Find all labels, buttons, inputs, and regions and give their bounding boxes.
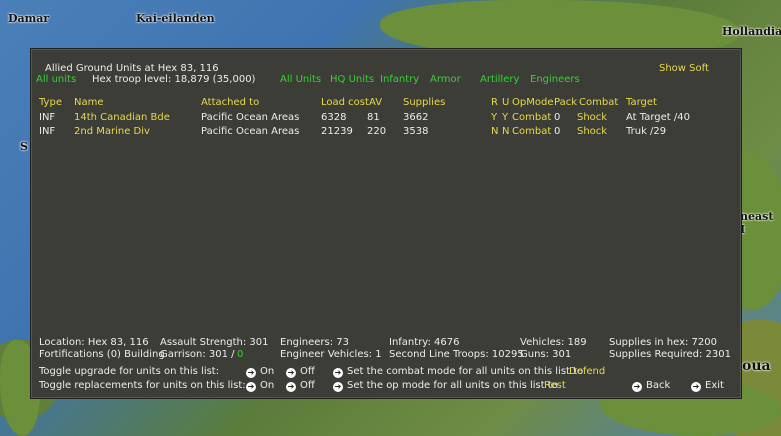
filter-all-units[interactable]: All Units — [280, 74, 321, 86]
column-header-av[interactable]: AV — [369, 97, 382, 109]
row-2-combat[interactable]: Shock — [577, 126, 607, 138]
filter-engineers[interactable]: Engineers — [530, 74, 580, 86]
row-2-supplies: 3538 — [403, 126, 429, 137]
row-1-opmode[interactable]: Combat — [512, 112, 551, 124]
all-units-left-link[interactable]: All units — [36, 74, 76, 86]
upgrade-off-label: Off — [300, 366, 315, 377]
upgrade-off-button[interactable]: ➔ Off — [286, 366, 315, 378]
engineers-label: Engineers: 73 — [280, 337, 350, 348]
map-label-hollandia: Hollandia — [722, 25, 781, 38]
replacements-off-button[interactable]: ➔ Off — [286, 380, 315, 392]
row-1-target: At Target /40 — [626, 112, 690, 123]
row-2-av: 220 — [367, 126, 387, 137]
map-label-oua: oua — [742, 358, 771, 374]
row-2-r[interactable]: N — [491, 126, 498, 138]
map-label-neast: neast I — [740, 210, 774, 236]
vehicles-label: Vehicles: 189 — [520, 337, 587, 348]
row-2-opmode[interactable]: Combat — [512, 126, 551, 138]
arrow-icon: ➔ — [691, 382, 701, 392]
row-1-type: INF — [39, 112, 56, 123]
column-header-supplies[interactable]: Supplies — [403, 97, 445, 109]
column-header-r[interactable]: R — [491, 97, 498, 109]
op-mode-value[interactable]: Rest — [544, 380, 566, 392]
column-header-combat[interactable]: Combat — [579, 97, 618, 109]
row-2-attached: Pacific Ocean Areas — [201, 126, 300, 137]
location-label: Location: Hex 83, 116 — [39, 337, 149, 348]
row-1-r[interactable]: Y — [491, 112, 497, 124]
arrow-icon: ➔ — [333, 368, 343, 378]
column-header-load-cost[interactable]: Load cost — [321, 97, 369, 109]
replacements-on-label: On — [260, 380, 275, 391]
infantry-label: Infantry: 4676 — [389, 337, 460, 348]
set-op-mode-label: Set the op mode for all units on this li… — [347, 380, 558, 391]
arrow-icon: ➔ — [286, 368, 296, 378]
arrow-icon: ➔ — [246, 382, 256, 392]
replacements-off-label: Off — [300, 380, 315, 391]
column-header-opmode[interactable]: OpMode — [512, 97, 553, 109]
map-label-kai-eilanden: Kai-eilanden — [136, 12, 215, 25]
arrow-icon: ➔ — [632, 382, 642, 392]
row-1-load-cost: 6328 — [321, 112, 347, 123]
back-button[interactable]: ➔ Back — [632, 380, 670, 392]
arrow-icon: ➔ — [333, 382, 343, 392]
set-op-mode-button[interactable]: ➔ Set the op mode for all units on this l… — [333, 380, 558, 392]
filter-artillery[interactable]: Artillery — [480, 74, 519, 86]
set-combat-mode-label: Set the combat mode for all units on thi… — [347, 366, 584, 377]
engineer-vehicles-label: Engineer Vehicles: 1 — [280, 349, 382, 360]
arrow-icon: ➔ — [286, 382, 296, 392]
row-2-type: INF — [39, 126, 56, 137]
row-2-pack: 0 — [554, 126, 561, 137]
row-1-combat[interactable]: Shock — [577, 112, 607, 124]
garrison-value: 0 — [237, 349, 244, 360]
row-1-name[interactable]: 14th Canadian Bde — [74, 112, 170, 124]
column-header-u[interactable]: U — [502, 97, 509, 109]
map-label-s: S — [20, 140, 28, 153]
exit-button[interactable]: ➔ Exit — [691, 380, 724, 392]
show-soft-button[interactable]: Show Soft — [659, 63, 709, 75]
combat-mode-value[interactable]: Defend — [569, 366, 605, 378]
row-1-pack: 0 — [554, 112, 561, 123]
row-2-name[interactable]: 2nd Marine Div — [74, 126, 150, 138]
column-header-name[interactable]: Name — [74, 97, 104, 109]
column-header-attached[interactable]: Attached to — [201, 97, 259, 109]
row-1-av: 81 — [367, 112, 380, 123]
exit-label: Exit — [705, 380, 724, 391]
hex-troop-level: Hex troop level: 18,879 (35,000) — [92, 74, 256, 85]
upgrade-on-button[interactable]: ➔ On — [246, 366, 274, 378]
filter-armor[interactable]: Armor — [430, 74, 461, 86]
arrow-icon: ➔ — [246, 368, 256, 378]
row-2-target: Truk /29 — [626, 126, 667, 137]
row-1-u[interactable]: Y — [502, 112, 508, 124]
row-1-supplies: 3662 — [403, 112, 429, 123]
row-2-load-cost: 21239 — [321, 126, 353, 137]
map-label-damar: Damar — [8, 12, 50, 25]
ground-units-dialog: Allied Ground Units at Hex 83, 116 All u… — [30, 48, 742, 399]
garrison-label: Garrison: 301 / — [160, 349, 235, 360]
back-label: Back — [646, 380, 671, 391]
row-2-u[interactable]: N — [502, 126, 509, 138]
toggle-replacements-label: Toggle replacements for units on this li… — [39, 380, 246, 391]
replacements-on-button[interactable]: ➔ On — [246, 380, 274, 392]
row-1-attached: Pacific Ocean Areas — [201, 112, 300, 123]
filter-infantry[interactable]: Infantry — [380, 74, 419, 86]
set-combat-mode-button[interactable]: ➔ Set the combat mode for all units on th… — [333, 366, 583, 378]
column-header-pack[interactable]: Pack — [554, 97, 577, 109]
toggle-upgrade-label: Toggle upgrade for units on this list: — [39, 366, 220, 377]
supplies-required-label: Supplies Required: 2301 — [609, 349, 731, 360]
second-line-troops-label: Second Line Troops: 10295 — [389, 349, 524, 360]
assault-strength-label: Assault Strength: 301 — [160, 337, 269, 348]
column-header-type[interactable]: Type — [39, 97, 62, 109]
filter-hq-units[interactable]: HQ Units — [330, 74, 374, 86]
guns-label: Guns: 301 — [520, 349, 572, 360]
column-header-target[interactable]: Target — [626, 97, 657, 109]
upgrade-on-label: On — [260, 366, 275, 377]
fortifications-label: Fortifications (0) Building — [39, 349, 165, 360]
supplies-in-hex-label: Supplies in hex: 7200 — [609, 337, 718, 348]
